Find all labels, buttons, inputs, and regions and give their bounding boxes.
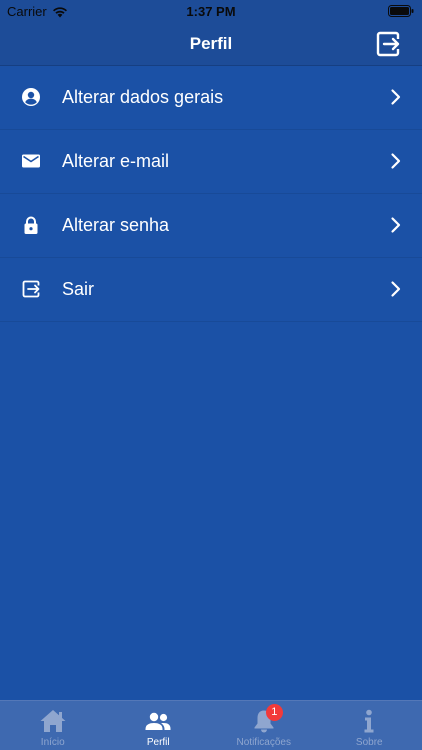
menu-item-edit-password[interactable]: Alterar senha	[0, 194, 422, 258]
tab-notifications[interactable]: 1 Notificações	[211, 701, 317, 750]
menu-item-edit-general-data[interactable]: Alterar dados gerais	[0, 66, 422, 130]
page-title: Perfil	[189, 34, 233, 53]
chevron-right-icon	[391, 89, 401, 105]
chevron-right-icon	[391, 153, 401, 169]
tab-label: Notificações	[236, 737, 291, 748]
navigation-bar: Perfil	[0, 22, 422, 66]
status-bar: Carrier 1:37 PM	[0, 0, 422, 22]
tab-label: Perfil	[146, 737, 170, 748]
tab-bar: Início Perfil 1 Notificações Sobre	[0, 700, 422, 750]
menu-item-label: Alterar dados gerais	[62, 87, 224, 107]
account-circle-icon	[22, 88, 40, 106]
profile-menu: Alterar dados gerais Alterar e-mail Alte…	[0, 66, 422, 322]
menu-item-edit-email[interactable]: Alterar e-mail	[0, 130, 422, 194]
home-icon	[40, 710, 66, 732]
menu-item-logout[interactable]: Sair	[0, 258, 422, 322]
chevron-right-icon	[391, 217, 401, 233]
people-icon	[145, 712, 171, 730]
email-icon	[22, 154, 40, 168]
tab-profile[interactable]: Perfil	[106, 701, 212, 750]
battery-icon	[388, 5, 414, 17]
menu-item-label: Alterar e-mail	[62, 151, 170, 171]
tab-about[interactable]: Sobre	[317, 701, 422, 750]
status-time: 1:37 PM	[186, 4, 236, 19]
notification-badge: 1	[265, 704, 283, 721]
logout-icon	[22, 280, 40, 298]
tab-home[interactable]: Início	[0, 701, 106, 750]
menu-item-label: Alterar senha	[62, 215, 170, 235]
chevron-right-icon	[391, 281, 401, 297]
tab-label: Sobre	[355, 737, 383, 748]
lock-icon	[24, 216, 38, 234]
info-icon	[364, 709, 374, 733]
logout-button[interactable]	[374, 30, 402, 58]
tab-label: Início	[40, 737, 65, 748]
menu-item-label: Sair	[62, 279, 95, 299]
